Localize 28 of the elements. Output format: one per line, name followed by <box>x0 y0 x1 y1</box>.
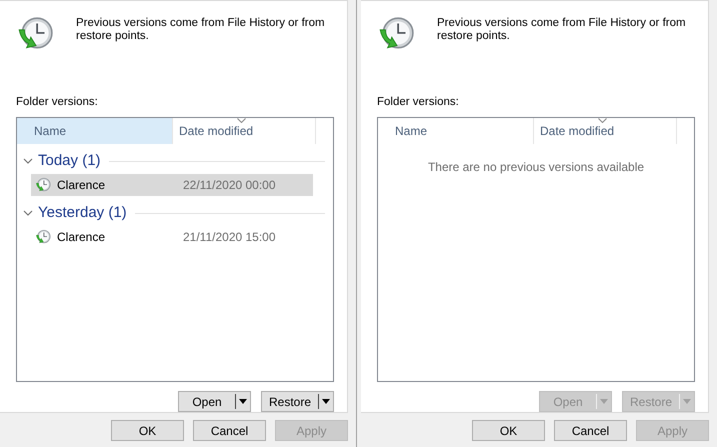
group-heading[interactable]: Today (1) <box>38 150 101 172</box>
version-name: Clarence <box>57 229 106 246</box>
caret-icon <box>322 399 330 404</box>
caret-icon <box>239 399 247 404</box>
folder-versions-label: Folder versions: <box>16 96 99 109</box>
split-button[interactable]: Open <box>178 391 251 412</box>
version-date: 22/11/2020 00:00 <box>183 177 276 194</box>
clock-icon <box>35 177 51 193</box>
description-text: Previous versions come from File History or from restore points. <box>76 17 326 44</box>
chevron-icon[interactable] <box>23 156 33 166</box>
version-row[interactable]: Clarence 21/11/2020 15:00 <box>31 226 313 248</box>
clock-icon <box>35 229 51 245</box>
description-text: Previous versions come from File History or from restore points. <box>437 17 687 44</box>
dialog-button[interactable]: Cancel <box>554 420 627 441</box>
version-row[interactable]: Clarence 22/11/2020 00:00 <box>31 174 313 196</box>
dialog-button[interactable]: OK <box>111 420 184 441</box>
empty-message: There are no previous versions available <box>428 159 644 176</box>
group-heading[interactable]: Yesterday (1) <box>38 202 127 224</box>
split-button[interactable]: Restore <box>261 391 334 412</box>
version-name: Clarence <box>57 177 106 194</box>
caret-icon <box>683 399 691 404</box>
dialog-button[interactable]: OK <box>472 420 545 441</box>
caret-icon <box>600 399 608 404</box>
version-date: 21/11/2020 15:00 <box>183 229 276 246</box>
column-header[interactable]: Name <box>17 118 173 144</box>
chevron-icon[interactable] <box>23 208 33 218</box>
folder-versions-label: Folder versions: <box>377 96 460 109</box>
dialog-button[interactable]: Cancel <box>193 420 266 441</box>
